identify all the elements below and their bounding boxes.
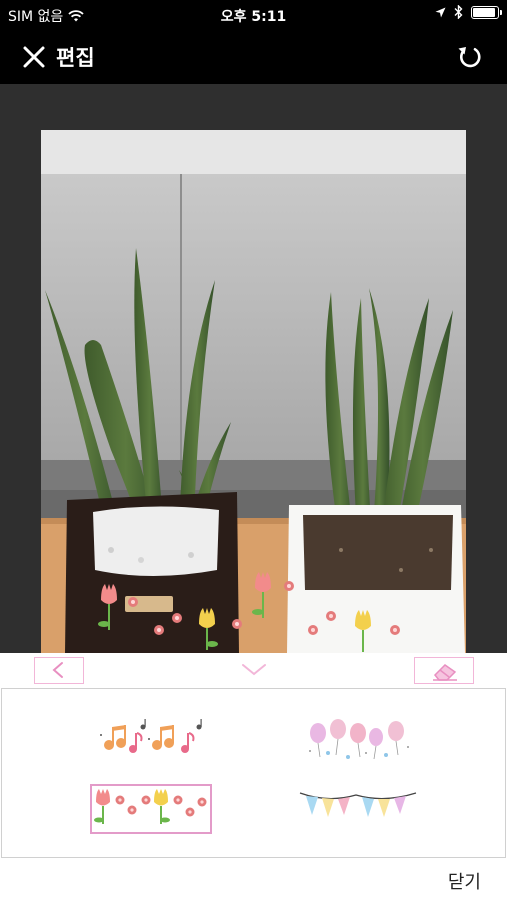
battery-fill bbox=[473, 7, 496, 17]
status-bar: SIM 없음 오후 5:11 bbox=[0, 0, 507, 30]
sticker-tulips-flowers[interactable] bbox=[90, 784, 212, 834]
close-button[interactable]: 닫기 bbox=[448, 868, 481, 894]
prev-button[interactable] bbox=[34, 657, 84, 684]
undo-icon[interactable] bbox=[455, 43, 483, 71]
footer: 닫기 bbox=[0, 858, 507, 900]
eraser-button[interactable] bbox=[414, 657, 474, 684]
status-right bbox=[435, 5, 502, 19]
chevron-down-icon[interactable] bbox=[236, 659, 272, 681]
sticker-music-notes[interactable] bbox=[97, 719, 207, 759]
sticker-control-row bbox=[0, 653, 507, 687]
sticker-bunting-flags[interactable] bbox=[298, 789, 418, 825]
close-icon[interactable] bbox=[20, 43, 48, 71]
sticker-balloons[interactable] bbox=[304, 717, 414, 761]
battery-icon bbox=[471, 5, 502, 19]
page-title: 편집 bbox=[56, 46, 95, 70]
photo-drawing bbox=[41, 130, 466, 653]
location-arrow-icon bbox=[435, 7, 446, 17]
eraser-icon bbox=[433, 664, 457, 681]
status-time: 오후 5:11 bbox=[220, 9, 287, 25]
nav-bar: 편집 bbox=[0, 30, 507, 84]
chevron-left-icon bbox=[52, 662, 63, 678]
sticker-panel bbox=[1, 688, 506, 858]
editor-screen: SIM 없음 오후 5:11 편집 닫기 bbox=[0, 0, 507, 900]
photo-image[interactable] bbox=[41, 130, 466, 653]
tulips-flowers-art bbox=[94, 789, 207, 824]
bluetooth-icon bbox=[454, 5, 463, 19]
editing-canvas[interactable] bbox=[0, 84, 507, 653]
